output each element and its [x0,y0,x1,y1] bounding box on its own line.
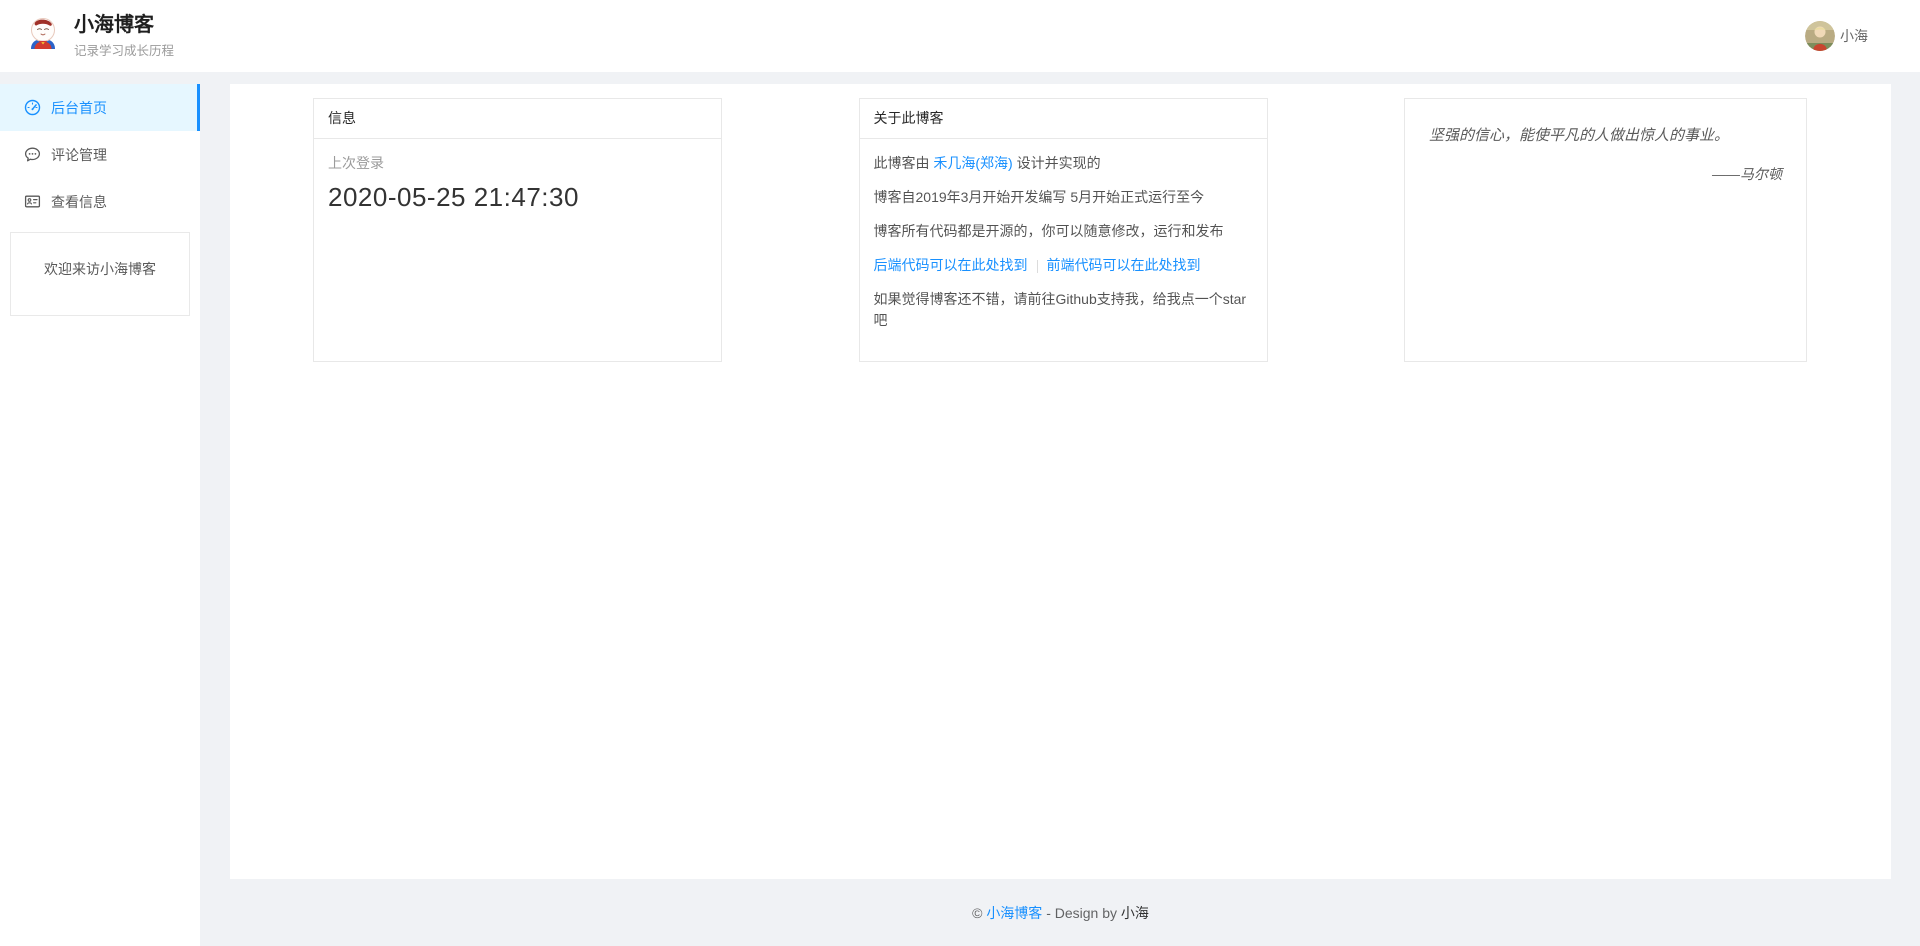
quote-card: 坚强的信心，能使平凡的人做出惊人的事业。 ——马尔顿 [1404,98,1807,362]
sidebar-item-profile[interactable]: 查看信息 [0,178,200,225]
user-avatar [1805,21,1835,51]
message-icon [24,146,41,163]
quote-card-body: 坚强的信心，能使平凡的人做出惊人的事业。 ——马尔顿 [1405,99,1806,210]
brand-text: 小海博客 记录学习成长历程 [74,14,174,59]
sidebar-item-label: 评论管理 [51,145,107,165]
idcard-icon [24,193,41,210]
about-author-suffix: 设计并实现的 [1017,155,1101,171]
author-link[interactable]: 禾几海(郑海) [933,155,1012,171]
frontend-code-link[interactable]: 前端代码可以在此处找到 [1047,257,1201,273]
vertical-divider [1037,260,1038,273]
last-login-value: 2020-05-25 21:47:30 [328,182,707,213]
cards-row: 信息 上次登录 2020-05-25 21:47:30 关于此博客 此博客由 禾… [230,84,1891,362]
about-card: 关于此博客 此博客由 禾几海(郑海) 设计并实现的 博客自2019年3月开始开发… [859,98,1268,362]
site-subtitle: 记录学习成长历程 [74,40,174,59]
main-panel: 信息 上次登录 2020-05-25 21:47:30 关于此博客 此博客由 禾… [230,84,1891,879]
quote-text: 坚强的信心，能使平凡的人做出惊人的事业。 [1429,125,1782,147]
sidebar-item-label: 后台首页 [51,98,107,118]
user-name: 小海 [1840,26,1868,46]
copyright-symbol: © [972,905,982,921]
user-menu[interactable]: 小海 [1805,21,1868,51]
site-logo-icon [24,15,62,58]
sidebar-item-label: 查看信息 [51,192,107,212]
quote-author: ——马尔顿 [1429,164,1782,184]
welcome-box: 欢迎来访小海博客 [10,232,190,316]
page: 小海博客 记录学习成长历程 小海 [0,0,1920,946]
about-paragraph-opensource: 博客所有代码都是开源的，你可以随意修改，运行和发布 [874,221,1253,242]
dashboard-icon [24,99,41,116]
brand: 小海博客 记录学习成长历程 [24,14,174,59]
page-footer: © 小海博客 - Design by 小海 [230,879,1891,923]
about-paragraph-history: 博客自2019年3月开始开发编写 5月开始正式运行至今 [874,187,1253,208]
about-card-body: 此博客由 禾几海(郑海) 设计并实现的 博客自2019年3月开始开发编写 5月开… [860,139,1267,345]
footer-author: 小海 [1121,905,1149,921]
info-card-body: 上次登录 2020-05-25 21:47:30 [314,139,721,227]
sidebar: 后台首页 评论管理 查看信息 [0,84,200,946]
sidebar-item-comments[interactable]: 评论管理 [0,131,200,178]
info-card-title: 信息 [314,99,721,139]
sidebar-menu: 后台首页 评论管理 查看信息 [0,84,200,225]
about-paragraph-star: 如果觉得博客还不错，请前往Github支持我，给我点一个star吧 [874,289,1253,331]
app-header: 小海博客 记录学习成长历程 小海 [0,0,1920,72]
about-author-prefix: 此博客由 [874,155,930,171]
backend-code-link[interactable]: 后端代码可以在此处找到 [874,257,1028,273]
info-card: 信息 上次登录 2020-05-25 21:47:30 [313,98,722,362]
site-title: 小海博客 [74,14,174,36]
footer-site-link[interactable]: 小海博客 [986,905,1042,921]
welcome-text: 欢迎来访小海博客 [44,259,156,279]
sidebar-item-dashboard[interactable]: 后台首页 [0,84,200,131]
last-login-label: 上次登录 [328,153,707,173]
footer-design-by: - Design by [1046,905,1117,921]
about-paragraph-author: 此博客由 禾几海(郑海) 设计并实现的 [874,153,1253,174]
about-card-title: 关于此博客 [860,99,1267,139]
about-paragraph-code-links: 后端代码可以在此处找到 前端代码可以在此处找到 [874,255,1253,276]
